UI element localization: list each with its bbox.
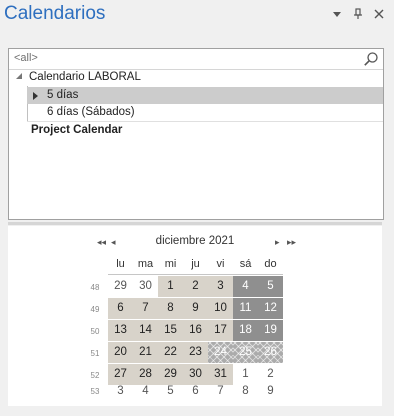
tree-item-calendario-laboral[interactable]: Calendario LABORAL xyxy=(9,69,383,86)
calendar-day[interactable]: 7 xyxy=(133,298,158,319)
weekday-label: ju xyxy=(191,258,200,270)
calendar-day[interactable]: 22 xyxy=(158,342,183,363)
next-year-button[interactable]: ▸▸ xyxy=(287,237,296,248)
calendar-day[interactable]: 18 xyxy=(233,320,258,341)
calendar-day[interactable]: 23 xyxy=(183,342,208,363)
tree-item-label: Calendario LABORAL xyxy=(29,71,141,83)
calendar-day[interactable]: 12 xyxy=(258,298,283,319)
calendar-day[interactable]: 7 xyxy=(208,381,233,402)
calendar-day-exception[interactable]: 26 xyxy=(258,342,283,363)
week-number: 52 xyxy=(90,371,100,380)
tree-item-label: 6 días (Sábados) xyxy=(47,106,135,118)
calendar-day[interactable]: 9 xyxy=(183,298,208,319)
calendar-day[interactable]: 6 xyxy=(183,381,208,402)
calendar-day[interactable]: 29 xyxy=(108,276,133,297)
week-number: 48 xyxy=(90,283,100,292)
calendar-day[interactable]: 3 xyxy=(208,276,233,297)
expand-icon[interactable] xyxy=(16,73,22,79)
calendar-day[interactable]: 21 xyxy=(133,342,158,363)
weekday-label: mi xyxy=(164,258,177,270)
weekday-header: lu ma mi ju vi sá do xyxy=(108,258,283,272)
calendar-day[interactable]: 20 xyxy=(108,342,133,363)
calendar-day[interactable]: 2 xyxy=(183,276,208,297)
weekday-divider xyxy=(108,274,283,275)
calendar-day[interactable]: 8 xyxy=(233,381,258,402)
weekday-label: sá xyxy=(239,258,252,270)
weekday-label: lu xyxy=(116,258,125,270)
calendar-day[interactable]: 19 xyxy=(258,320,283,341)
calendar-day[interactable]: 4 xyxy=(233,276,258,297)
week-number: 51 xyxy=(90,349,100,358)
weekday-label: ma xyxy=(137,258,154,270)
calendar-day-exception[interactable]: 25 xyxy=(233,342,258,363)
calendar-day[interactable]: 8 xyxy=(158,298,183,319)
calendar-header: ◂◂ ◂ diciembre 2021 ▸ ▸▸ xyxy=(8,235,382,251)
search-icon[interactable] xyxy=(363,51,379,67)
weekday-label: do xyxy=(264,258,277,270)
calendar-day[interactable]: 9 xyxy=(258,381,283,402)
calendar-day[interactable]: 14 xyxy=(133,320,158,341)
next-month-button[interactable]: ▸ xyxy=(275,237,280,248)
week-number: 49 xyxy=(90,305,100,314)
calendar-tree: <all> Calendario LABORAL 5 días 6 días (… xyxy=(8,48,384,220)
calendar-day[interactable]: 30 xyxy=(133,276,158,297)
dropdown-icon[interactable] xyxy=(330,7,344,21)
calendar-day[interactable]: 1 xyxy=(158,276,183,297)
filter-row[interactable]: <all> xyxy=(9,49,383,70)
tree-item-5-dias[interactable]: 5 días xyxy=(27,87,383,104)
pane-header: Calendarios xyxy=(0,0,394,32)
calendar-day[interactable]: 17 xyxy=(208,320,233,341)
pane-title: Calendarios xyxy=(4,3,106,24)
calendar-day[interactable]: 10 xyxy=(208,298,233,319)
calendar-day[interactable]: 11 xyxy=(233,298,258,319)
calendar-day[interactable]: 5 xyxy=(258,276,283,297)
calendar-day[interactable]: 16 xyxy=(183,320,208,341)
calendar-day[interactable]: 15 xyxy=(158,320,183,341)
calendar-day[interactable]: 6 xyxy=(108,298,133,319)
month-label: diciembre 2021 xyxy=(155,235,235,247)
weekday-label: vi xyxy=(216,258,225,270)
tree-item-6-dias[interactable]: 6 días (Sábados) xyxy=(27,104,383,121)
current-row-caret-icon xyxy=(33,92,38,100)
calendar-day-exception[interactable]: 24 xyxy=(208,342,233,363)
calendar-day[interactable]: 5 xyxy=(158,381,183,402)
pane-splitter[interactable] xyxy=(8,222,382,225)
close-icon[interactable] xyxy=(372,7,386,21)
week-number: 53 xyxy=(90,387,100,396)
calendar-day[interactable]: 3 xyxy=(108,381,133,402)
filter-input[interactable]: <all> xyxy=(14,52,38,64)
tree-item-label: 5 días xyxy=(47,89,79,101)
calendar-day[interactable]: 4 xyxy=(133,381,158,402)
tree-item-label: Project Calendar xyxy=(31,124,123,136)
calendar-day[interactable]: 13 xyxy=(108,320,133,341)
pin-icon[interactable] xyxy=(351,7,365,21)
month-calendar: ◂◂ ◂ diciembre 2021 ▸ ▸▸ lu ma mi ju vi … xyxy=(8,226,382,406)
tree-item-project-calendar[interactable]: Project Calendar xyxy=(27,121,383,139)
week-number: 50 xyxy=(90,327,100,336)
